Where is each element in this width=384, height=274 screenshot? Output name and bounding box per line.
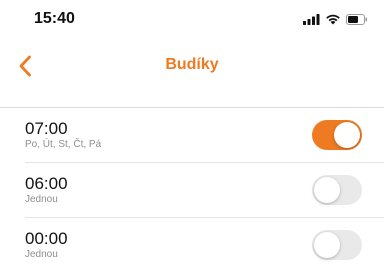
battery-icon <box>346 13 368 25</box>
alarm-toggle[interactable] <box>312 230 362 260</box>
status-time: 15:40 <box>34 10 75 27</box>
toggle-knob <box>314 232 340 258</box>
alarm-list: 07:00 Po, Út, St, Čt, Pá 06:00 Jednou 00… <box>0 108 384 273</box>
alarm-row[interactable]: 00:00 Jednou <box>0 218 384 273</box>
alarm-toggle[interactable] <box>312 175 362 205</box>
alarm-time: 00:00 <box>25 229 68 248</box>
alarm-repeat: Po, Út, St, Čt, Pá <box>25 139 102 150</box>
alarm-repeat: Jednou <box>25 249 58 260</box>
signal-icon <box>303 13 320 25</box>
section-spacer <box>0 88 384 108</box>
alarm-time: 07:00 <box>25 119 68 138</box>
alarm-toggle[interactable] <box>312 120 362 150</box>
page-title: Budíky <box>165 56 219 73</box>
nav-bar: Budíky <box>0 44 384 88</box>
wifi-icon <box>326 14 340 25</box>
alarm-row[interactable]: 06:00 Jednou <box>0 163 384 218</box>
status-icons <box>303 12 368 26</box>
alarm-repeat: Jednou <box>25 194 58 205</box>
alarm-row[interactable]: 07:00 Po, Út, St, Čt, Pá <box>0 108 384 163</box>
alarm-time: 06:00 <box>25 174 68 193</box>
status-bar: 15:40 <box>0 0 384 38</box>
toggle-knob <box>334 122 360 148</box>
toggle-knob <box>314 177 340 203</box>
